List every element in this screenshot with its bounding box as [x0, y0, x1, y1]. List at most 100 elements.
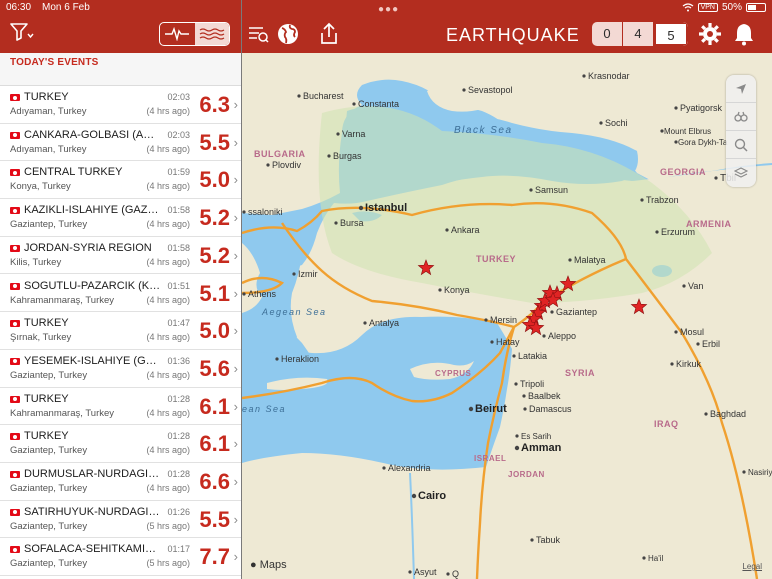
maps-wordmark-text: Maps — [259, 559, 287, 571]
event-ago: (4 hrs ago) — [146, 369, 190, 380]
filter-icon[interactable] — [10, 22, 34, 42]
multitask-dots[interactable]: ●●● — [378, 4, 399, 15]
event-time: 01:51 — [167, 280, 190, 291]
map-label-romania: ROMANIA — [247, 53, 294, 55]
event-row[interactable]: TURKEY Gaziantep, Turkey 01:28 (4 hrs ago) 6… — [0, 425, 241, 463]
counter-low[interactable]: 0 — [592, 22, 623, 46]
status-date: Mon 6 Feb — [42, 2, 90, 13]
city-dot — [642, 556, 646, 560]
event-magnitude: 6.3 — [199, 92, 230, 117]
map-label-mosul: Mosul — [680, 327, 704, 337]
event-magnitude: 5.2 — [199, 242, 230, 268]
city-dot — [674, 106, 678, 110]
event-row[interactable]: TURKEY Kahramanmaraş, Turkey 01:28 (4 hrs a… — [0, 387, 241, 426]
gear-icon[interactable] — [698, 22, 722, 46]
event-time: 01:28 — [167, 393, 190, 404]
map-label-sevastopol: Sevastopol — [468, 85, 513, 95]
search-button[interactable] — [726, 131, 756, 159]
map-label-pyatigorsk: Pyatigorsk — [680, 103, 723, 113]
event-row[interactable]: YESEMEK-ISLAHIYE (GAZIA... Gaziantep, Tur… — [0, 349, 241, 388]
city-dot — [408, 570, 412, 574]
chevron-right-icon: › — [233, 285, 238, 301]
city-dot — [514, 382, 518, 386]
wave-mode-button[interactable] — [194, 23, 229, 45]
map-label-bucharest: Bucharest — [303, 91, 344, 101]
globe-icon[interactable] — [276, 22, 300, 46]
event-row[interactable]: CANKARA-GOLBASI (ADIYA... Adıyaman, Turke… — [0, 123, 241, 162]
event-region: Adıyaman, Turkey — [10, 106, 87, 117]
list-header: 06:30 Mon 6 Feb — [0, 0, 241, 53]
city-dot — [674, 330, 678, 334]
event-ago: (5 hrs ago) — [146, 558, 190, 569]
event-magnitude: 5.0 — [199, 167, 230, 193]
event-row[interactable]: DURMUSLAR-NURDAGI (GA... Gaziantep, Turke… — [0, 463, 241, 501]
map-label-konya: Konya — [444, 285, 470, 295]
turkey-flag-icon — [10, 433, 20, 441]
event-place: KAZIKLI-ISLAHIYE (GAZIANT... — [24, 204, 161, 217]
legal-link[interactable]: Legal — [742, 562, 762, 571]
map-header: ●●● VPN 50% EARTHQUAKE 0 4 5 — [242, 0, 772, 53]
event-row[interactable]: SOFALACA-SEHITKAMIL (GA... Gaziantep, Tur… — [0, 538, 241, 577]
event-ago: (4 hrs ago) — [146, 181, 190, 192]
event-row[interactable]: JORDAN-SYRIA REGION Kilis, Turkey 01:58 (4 … — [0, 236, 241, 275]
event-row[interactable]: CENTRAL TURKEY Konya, Turkey 01:59 (4 hrs a… — [0, 161, 241, 200]
list-icon[interactable] — [246, 22, 270, 46]
chevron-right-icon: › — [233, 247, 238, 263]
battery-percent: 50% — [721, 2, 742, 13]
map-label-samsun: Samsun — [535, 185, 568, 195]
city-dot — [411, 493, 417, 499]
map-label-thessaloniki: ssaloniki — [248, 207, 283, 217]
turkey-flag-icon — [10, 244, 20, 252]
map-view[interactable]: ROMANIA Bucharest Constanta Sevastopol Krasn… — [242, 53, 772, 579]
event-place: SOGUTLU-PAZARCIK (KAHR... — [24, 279, 161, 292]
event-region: Şırnak, Turkey — [10, 332, 72, 344]
event-row[interactable]: TURKEY Şırnak, Turkey 01:47 (4 hrs ago) 5.0 › — [0, 312, 241, 350]
map-label-tabuk: Tabuk — [536, 535, 561, 545]
event-row[interactable]: SOGUTLU-PAZARCIK (KAHR... Kahramanmaraş, … — [0, 274, 241, 313]
event-ago: (4 hrs ago) — [146, 332, 190, 343]
event-region: Kilis, Turkey — [10, 256, 62, 268]
event-magnitude: 5.2 — [199, 205, 230, 231]
event-ago: (4 hrs ago) — [146, 143, 190, 154]
share-icon[interactable] — [317, 22, 341, 46]
binoculars-button[interactable] — [726, 103, 756, 131]
map-label-athens: Athens — [248, 289, 277, 299]
view-mode-toggle[interactable] — [159, 22, 230, 46]
event-ago: (4 hrs ago) — [146, 106, 190, 116]
map-label-constanta: Constanta — [358, 99, 399, 109]
city-dot — [522, 394, 526, 398]
map-label-syria: SYRIA — [565, 368, 595, 378]
counter-mid[interactable]: 4 — [623, 22, 654, 46]
event-time: 02:03 — [167, 92, 190, 102]
city-dot — [242, 210, 246, 214]
counter-high[interactable]: 5 — [654, 22, 688, 46]
city-dot — [462, 88, 466, 92]
layers-button[interactable] — [726, 159, 756, 187]
turkey-flag-icon — [10, 94, 20, 101]
city-dot — [515, 434, 519, 438]
seismograph-mode-button[interactable] — [160, 23, 195, 45]
chevron-right-icon: › — [233, 511, 238, 527]
location-button[interactable] — [726, 75, 756, 103]
event-ago: (4 hrs ago) — [146, 407, 190, 418]
map-label-gaziantep: Gaziantep — [556, 307, 597, 317]
event-ago: (5 hrs ago) — [146, 520, 190, 531]
event-row[interactable]: TURKEY Adıyaman, Turkey 02:03 (4 hrs ago) 6.… — [0, 86, 241, 124]
bell-icon[interactable] — [732, 22, 756, 46]
map-label-hatay: Hatay — [496, 337, 520, 347]
map-label-ankara: Ankara — [451, 225, 480, 235]
event-magnitude: 5.6 — [199, 355, 230, 381]
event-ago: (4 hrs ago) — [146, 256, 190, 267]
event-ago: (4 hrs ago) — [146, 483, 190, 493]
city-dot — [327, 154, 331, 158]
city-dot — [523, 407, 527, 411]
turkey-flag-icon — [10, 546, 20, 554]
map-canvas[interactable]: ROMANIA Bucharest Constanta Sevastopol Krasn… — [242, 53, 772, 579]
map-label-amman: Amman — [521, 442, 562, 454]
alert-level-counter[interactable]: 0 4 5 — [592, 22, 688, 46]
event-row[interactable]: KAZIKLI-ISLAHIYE (GAZIANT... Gaziantep, T… — [0, 199, 241, 237]
event-row[interactable]: SATIRHUYUK-NURDAGI (GA... Gaziantep, Turk… — [0, 500, 241, 539]
event-region: Adıyaman, Turkey — [10, 143, 87, 155]
map-label-kirkuk: Kirkuk — [676, 359, 702, 369]
city-dot — [542, 334, 546, 338]
